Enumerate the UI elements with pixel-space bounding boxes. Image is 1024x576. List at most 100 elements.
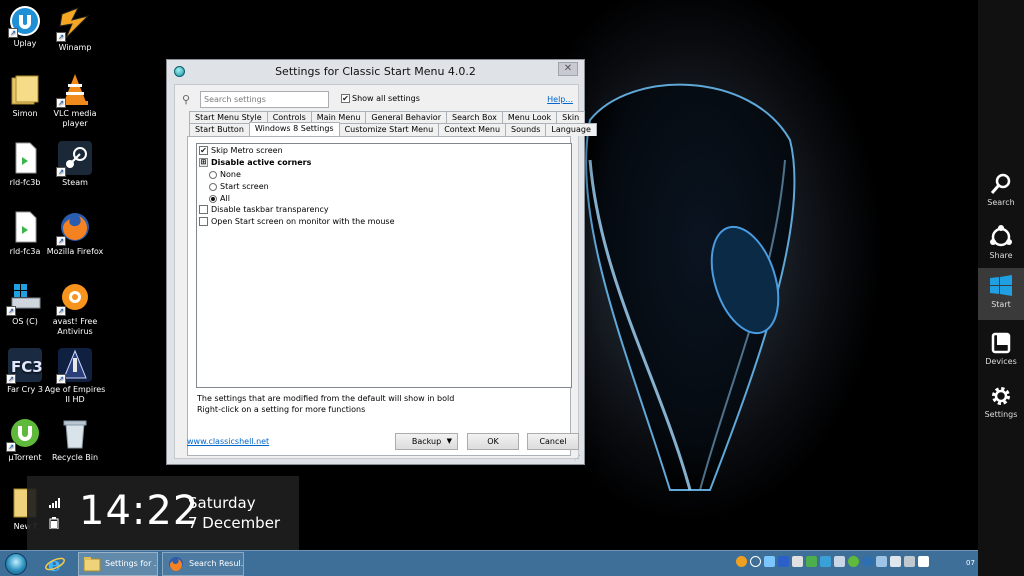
desktop-icon-avast[interactable]: ↗ avast! Free Antivirus [43, 280, 107, 337]
desktop-icon-label: OS (C) [12, 317, 38, 326]
setting-open-start-on-mouse-monitor[interactable]: Open Start screen on monitor with the mo… [199, 216, 395, 227]
setting-disable-active-corners[interactable]: ⊞ Disable active corners [199, 157, 311, 168]
desktop-icon-label: rld-fc3b [9, 178, 41, 187]
setting-label: Skip Metro screen [211, 146, 283, 155]
internet-explorer-icon[interactable]: e [44, 553, 66, 575]
desktop-icon-steam[interactable]: ↗ Steam [43, 141, 107, 188]
checkbox-checked-icon: ✔ [341, 94, 350, 103]
desktop-icon-recycle-bin[interactable]: Recycle Bin [43, 416, 107, 463]
tab-windows-8-settings[interactable]: Windows 8 Settings [248, 122, 340, 137]
desktop-icon-label: Age of Empires II HD [44, 385, 106, 404]
tray-bluetooth-icon[interactable] [778, 556, 789, 567]
charm-label: Start [991, 300, 1011, 309]
firefox-icon: ↗ [56, 210, 92, 246]
desktop-icon-aoe2[interactable]: ↗ Age of Empires II HD [43, 348, 107, 405]
tray-volume-icon[interactable] [904, 556, 915, 567]
tray-app-icon[interactable] [764, 556, 775, 567]
footnote-right-click-hint: Right-click on a setting for more functi… [197, 405, 366, 414]
setting-corners-all[interactable]: All [209, 193, 230, 204]
devices-icon [991, 332, 1011, 354]
setting-skip-metro-screen[interactable]: ✔ Skip Metro screen [199, 145, 283, 156]
drive-icon: ↗ [6, 280, 42, 316]
tray-monitor-icon[interactable] [792, 556, 803, 567]
tab-start-button[interactable]: Start Button [189, 123, 250, 136]
windows-logo-icon [990, 275, 1012, 296]
setting-corners-start-screen[interactable]: Start screen [209, 181, 269, 192]
share-icon [990, 225, 1012, 247]
folder-icon [83, 557, 101, 572]
vlc-icon: ↗ [56, 72, 92, 108]
uplay-icon: ↗ [8, 6, 40, 38]
desktop-icon-label: VLC media player [53, 109, 97, 128]
tray-app-icon[interactable] [806, 556, 817, 567]
tray-utorrent-icon[interactable] [848, 556, 859, 567]
setting-label: Start screen [220, 182, 269, 191]
tab-customize-start-menu[interactable]: Customize Start Menu [338, 123, 440, 136]
taskbar-item-settings[interactable]: Settings for ... [78, 552, 158, 576]
radio-checked-icon [209, 194, 217, 203]
charm-settings[interactable]: Settings [978, 378, 1024, 428]
desktop-icon-label: Winamp [58, 43, 92, 52]
setting-label: Disable active corners [211, 158, 312, 167]
windows-8-settings-panel: ✔ Skip Metro screen ⊞ Disable active corne… [187, 136, 572, 456]
taskbar-clock[interactable]: 07 [966, 559, 975, 567]
tray-flag-icon[interactable] [918, 556, 929, 567]
tray-clock-icon[interactable] [750, 556, 761, 567]
desktop-icon-winamp[interactable]: ↗ Winamp [43, 6, 107, 53]
dialog-title-bar[interactable]: Settings for Classic Start Menu 4.0.2 ✕ [167, 60, 584, 84]
setting-disable-taskbar-transparency[interactable]: Disable taskbar transparency [199, 204, 329, 215]
dialog-client-area: ⚲ ✔Show all settings Help... Start Menu … [174, 84, 597, 459]
clock-overlay: 14:22 Saturday 7 December [27, 476, 299, 550]
gear-icon [992, 387, 1010, 405]
charm-label: Share [989, 251, 1013, 260]
charm-label: Settings [984, 410, 1018, 419]
charm-share[interactable]: Share [978, 219, 1024, 269]
tray-app-icon[interactable] [834, 556, 845, 567]
backup-button[interactable]: Backup ▼ [395, 433, 458, 450]
taskbar-item-label: Search Resul... [189, 559, 244, 568]
classicshell-website-link[interactable]: www.classicshell.net [187, 437, 269, 446]
desktop-icon-label: Recycle Bin [51, 453, 99, 462]
file-icon [8, 210, 42, 244]
tab-context-menu[interactable]: Context Menu [438, 123, 507, 136]
desktop-icon-label: Uplay [13, 39, 37, 48]
desktop-icon-label: Far Cry 3 [7, 385, 43, 394]
help-link[interactable]: Help... [547, 95, 573, 104]
utorrent-icon: ↗ [6, 416, 42, 452]
tray-app-icon[interactable] [876, 556, 887, 567]
recycle-bin-icon [58, 416, 92, 450]
charms-bar: Search Share Start Devices Settings [978, 0, 1024, 576]
show-all-settings-checkbox[interactable]: ✔ Show all settings [341, 94, 420, 103]
system-tray [736, 556, 929, 572]
aoe2-icon: ↗ [56, 348, 92, 384]
start-button[interactable] [5, 553, 27, 575]
network-signal-icon [49, 498, 60, 508]
tab-language[interactable]: Language [545, 123, 597, 136]
close-button[interactable]: ✕ [558, 62, 578, 76]
tray-steam-icon[interactable] [862, 556, 873, 567]
desktop-icon-label: Steam [62, 178, 88, 187]
desktop-icon-vlc[interactable]: ↗ VLC media player [43, 72, 107, 129]
radio-unchecked-icon [209, 170, 217, 179]
group-node-icon: ⊞ [199, 158, 208, 167]
charm-start[interactable]: Start [978, 268, 1024, 320]
resize-grip-icon[interactable]: ⋰ [574, 454, 582, 462]
charm-search[interactable]: Search [978, 166, 1024, 216]
desktop-icon-firefox[interactable]: ↗ Mozilla Firefox [43, 210, 107, 257]
setting-corners-none[interactable]: None [209, 169, 241, 180]
taskbar-item-search-results[interactable]: Search Resul... [162, 552, 244, 576]
firefox-icon [169, 557, 183, 571]
tray-network-icon[interactable] [890, 556, 901, 567]
tray-app-icon[interactable] [820, 556, 831, 567]
tab-sounds[interactable]: Sounds [505, 123, 547, 136]
ok-button[interactable]: OK [467, 433, 519, 450]
tray-avast-icon[interactable] [736, 556, 747, 567]
desktop-icon-label: µTorrent [8, 453, 42, 462]
desktop-icon-label: Simon [12, 109, 38, 118]
search-settings-input[interactable] [200, 91, 329, 108]
cancel-button[interactable]: Cancel [527, 433, 579, 450]
clock-date: 7 December [188, 514, 281, 532]
search-icon [990, 173, 1011, 194]
radio-unchecked-icon [209, 182, 217, 191]
charm-devices[interactable]: Devices [978, 325, 1024, 375]
